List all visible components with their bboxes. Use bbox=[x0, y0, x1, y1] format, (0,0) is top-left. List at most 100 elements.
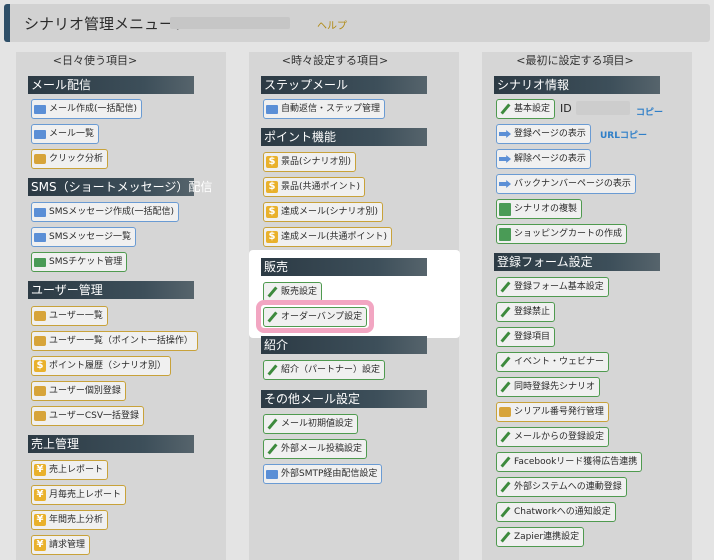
facebook-lead-button[interactable]: Facebookリード獲得広告連携 bbox=[496, 452, 643, 472]
point-history-button[interactable]: $ ポイント履歴（シナリオ別） bbox=[31, 356, 172, 376]
backnumber-page-button[interactable]: バックナンバーページの表示 bbox=[496, 174, 636, 194]
serial-number-button[interactable]: シリアル番号発行管理 bbox=[496, 402, 609, 422]
mail-icon bbox=[34, 232, 46, 242]
pencil-icon bbox=[266, 311, 278, 323]
sms-create-button[interactable]: SMSメッセージ作成(一括配信) bbox=[31, 202, 180, 222]
users-icon bbox=[34, 386, 46, 396]
arrow-icon bbox=[499, 155, 511, 163]
arrow-icon bbox=[499, 180, 511, 188]
mail-icon bbox=[34, 207, 46, 217]
section-other-mail: その他メール設定 bbox=[261, 390, 427, 408]
yen-icon: ¥ bbox=[34, 514, 46, 526]
dollar-icon: $ bbox=[266, 181, 278, 193]
sales-report-button[interactable]: ¥ 売上レポート bbox=[31, 460, 109, 480]
cart-create-button[interactable]: ショッピングカートの作成 bbox=[496, 224, 628, 244]
register-block-button[interactable]: 登録禁止 bbox=[496, 302, 556, 322]
document-icon bbox=[499, 227, 511, 241]
pencil-icon bbox=[499, 103, 511, 115]
section-mail-delivery: メール配信 bbox=[28, 76, 194, 94]
yen-icon: ¥ bbox=[34, 464, 46, 476]
users-icon bbox=[34, 311, 46, 321]
arrow-icon bbox=[499, 130, 511, 138]
url-copy-link[interactable]: URLコピー bbox=[600, 128, 647, 141]
id-copy-link[interactable]: コピー bbox=[636, 105, 663, 118]
section-user-management: ユーザー管理 bbox=[28, 281, 194, 299]
register-items-button[interactable]: 登録項目 bbox=[496, 327, 556, 347]
column-header-daily: <日々使う項目> bbox=[52, 54, 138, 67]
pencil-icon bbox=[266, 418, 278, 430]
header-bar: シナリオ管理メニュー： ヘルプ bbox=[4, 4, 710, 42]
billing-button[interactable]: ¥ 請求管理 bbox=[31, 535, 91, 555]
users-icon bbox=[499, 407, 511, 417]
form-basic-button[interactable]: 登録フォーム基本設定 bbox=[496, 277, 609, 297]
achieve-scenario-button[interactable]: $ 達成メール(シナリオ別) bbox=[263, 202, 384, 222]
users-icon bbox=[34, 336, 46, 346]
achieve-common-button[interactable]: $ 達成メール(共通ポイント) bbox=[263, 227, 393, 247]
monthly-report-button[interactable]: ¥ 月毎売上レポート bbox=[31, 485, 127, 505]
register-page-button[interactable]: 登録ページの表示 bbox=[496, 124, 591, 144]
intro-partner-button[interactable]: 紹介（パートナー）設定 bbox=[263, 360, 386, 380]
pencil-icon bbox=[499, 456, 511, 468]
duplicate-scenario-button[interactable]: シナリオの複製 bbox=[496, 199, 583, 219]
pencil-icon bbox=[499, 531, 511, 543]
scenario-name-redacted bbox=[170, 17, 290, 29]
users-icon bbox=[34, 154, 46, 164]
help-link[interactable]: ヘルプ bbox=[317, 17, 347, 32]
section-sales: 販売 bbox=[261, 258, 427, 276]
prize-common-button[interactable]: $ 景品(共通ポイント) bbox=[263, 177, 366, 197]
section-point-function: ポイント機能 bbox=[261, 128, 427, 146]
pencil-icon bbox=[499, 481, 511, 493]
sms-ticket-button[interactable]: SMSチケット管理 bbox=[31, 252, 128, 272]
user-list-bulk-button[interactable]: ユーザー一覧（ポイント一括操作） bbox=[31, 331, 198, 351]
pencil-icon bbox=[499, 306, 511, 318]
yen-icon: ¥ bbox=[34, 489, 46, 501]
mail-list-button[interactable]: メール一覧 bbox=[31, 124, 100, 144]
pencil-icon bbox=[499, 331, 511, 343]
zapier-button[interactable]: Zapier連携設定 bbox=[496, 527, 585, 547]
concurrent-scenario-button[interactable]: 同時登録先シナリオ bbox=[496, 377, 601, 397]
sales-setting-button[interactable]: 販売設定 bbox=[263, 282, 323, 302]
column-header-sometimes: <時々設定する項目> bbox=[281, 54, 389, 67]
mail-initial-button[interactable]: メール初期値設定 bbox=[263, 414, 359, 434]
event-webinar-button[interactable]: イベント・ウェビナー bbox=[496, 352, 610, 372]
pencil-icon bbox=[499, 381, 511, 393]
sms-list-button[interactable]: SMSメッセージ一覧 bbox=[31, 227, 137, 247]
section-intro: 紹介 bbox=[261, 336, 427, 354]
section-form-settings: 登録フォーム設定 bbox=[494, 253, 660, 271]
dollar-icon: $ bbox=[266, 156, 278, 168]
id-value-redacted bbox=[576, 101, 630, 115]
external-post-button[interactable]: 外部メール投稿設定 bbox=[263, 439, 368, 459]
auto-reply-button[interactable]: 自動返信・ステップ管理 bbox=[263, 99, 386, 119]
mail-icon bbox=[266, 104, 278, 114]
external-system-button[interactable]: 外部システムへの連動登録 bbox=[496, 477, 627, 497]
ticket-icon bbox=[34, 257, 46, 267]
yen-icon: ¥ bbox=[34, 539, 46, 551]
mail-icon bbox=[34, 129, 46, 139]
annual-analysis-button[interactable]: ¥ 年間売上分析 bbox=[31, 510, 109, 530]
prize-scenario-button[interactable]: $ 景品(シナリオ別) bbox=[263, 152, 357, 172]
id-label: ID bbox=[560, 102, 572, 115]
pencil-icon bbox=[266, 364, 278, 376]
from-mail-button[interactable]: メールからの登録設定 bbox=[496, 427, 610, 447]
dollar-icon: $ bbox=[266, 206, 278, 218]
click-analysis-button[interactable]: クリック分析 bbox=[31, 149, 109, 169]
order-bump-button[interactable]: オーダーバンプ設定 bbox=[263, 307, 368, 327]
mail-icon bbox=[266, 469, 278, 479]
section-step-mail: ステップメール bbox=[261, 76, 427, 94]
users-icon bbox=[34, 411, 46, 421]
section-sales-management: 売上管理 bbox=[28, 435, 194, 453]
user-list-button[interactable]: ユーザー一覧 bbox=[31, 306, 108, 326]
page-title: シナリオ管理メニュー： bbox=[24, 15, 190, 33]
mail-create-button[interactable]: メール作成(一括配信) bbox=[31, 99, 143, 119]
basic-setting-button[interactable]: 基本設定 bbox=[496, 99, 556, 119]
user-individual-button[interactable]: ユーザー個別登録 bbox=[31, 381, 126, 401]
external-smtp-button[interactable]: 外部SMTP経由配信設定 bbox=[263, 464, 383, 484]
user-csv-button[interactable]: ユーザーCSV一括登録 bbox=[31, 406, 144, 426]
chatwork-button[interactable]: Chatworkへの通知設定 bbox=[496, 502, 616, 522]
mail-icon bbox=[34, 104, 46, 114]
pencil-icon bbox=[499, 356, 511, 368]
document-icon bbox=[499, 202, 511, 216]
unsubscribe-page-button[interactable]: 解除ページの表示 bbox=[496, 149, 591, 169]
dollar-icon: $ bbox=[266, 231, 278, 243]
pencil-icon bbox=[266, 443, 278, 455]
